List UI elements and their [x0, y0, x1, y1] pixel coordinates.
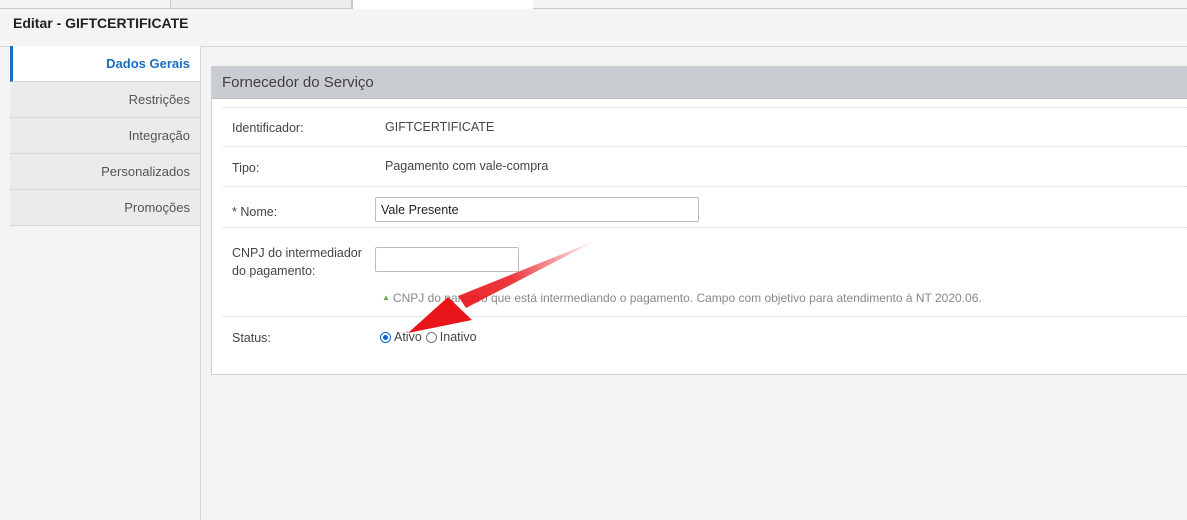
cnpj-hint: ▲ CNPJ do parceiro que está intermediando… [382, 291, 982, 305]
identificador-row: Identificador: GIFTCERTIFICATE [222, 108, 1187, 147]
status-ativo-label[interactable]: Ativo [394, 330, 422, 344]
service-provider-panel: Fornecedor do Serviço Identificador: GIF… [211, 66, 1187, 375]
status-inativo-label[interactable]: Inativo [440, 330, 477, 344]
identificador-label: Identificador: [232, 121, 304, 135]
nome-row: * Nome: [222, 187, 1187, 228]
panel-title: Fornecedor do Serviço [212, 67, 1187, 99]
tab-strip-fill [533, 0, 1187, 9]
sidebar-item-promocoes[interactable]: Promoções [10, 190, 200, 226]
sidebar: Dados Gerais Restrições Integração Perso… [10, 46, 200, 226]
top-tab-strip [0, 0, 1187, 9]
sidebar-item-dados-gerais[interactable]: Dados Gerais [10, 46, 200, 82]
sidebar-item-personalizados[interactable]: Personalizados [10, 154, 200, 190]
nome-input[interactable] [375, 197, 699, 222]
cnpj-hint-text: CNPJ do parceiro que está intermediando … [392, 291, 982, 305]
cnpj-label-line1: CNPJ do intermediador [232, 246, 362, 260]
tipo-label: Tipo: [232, 161, 260, 175]
cnpj-row: CNPJ do intermediador do pagamento: ▲ CNP… [222, 228, 1187, 317]
triangle-up-icon: ▲ [382, 293, 390, 302]
cnpj-input[interactable] [375, 247, 519, 272]
sidebar-divider [200, 46, 201, 520]
status-inativo-radio[interactable] [425, 331, 437, 343]
sidebar-item-integracao[interactable]: Integração [10, 118, 200, 154]
cnpj-label-line2: do pagamento: [232, 264, 316, 278]
identificador-value: GIFTCERTIFICATE [385, 120, 495, 134]
status-ativo-radio[interactable] [380, 331, 391, 343]
status-radio-group: Ativo Inativo [380, 330, 477, 344]
sidebar-item-restricoes[interactable]: Restrições [10, 82, 200, 118]
tab-second[interactable] [171, 0, 352, 9]
tipo-value: Pagamento com vale-compra [385, 159, 549, 173]
tipo-row: Tipo: Pagamento com vale-compra [222, 147, 1187, 187]
tab-left[interactable] [0, 0, 171, 9]
status-label: Status: [232, 331, 271, 345]
page-title: Editar - GIFTCERTIFICATE [13, 15, 189, 31]
tab-active[interactable] [352, 0, 534, 9]
nome-label: * Nome: [232, 205, 278, 219]
